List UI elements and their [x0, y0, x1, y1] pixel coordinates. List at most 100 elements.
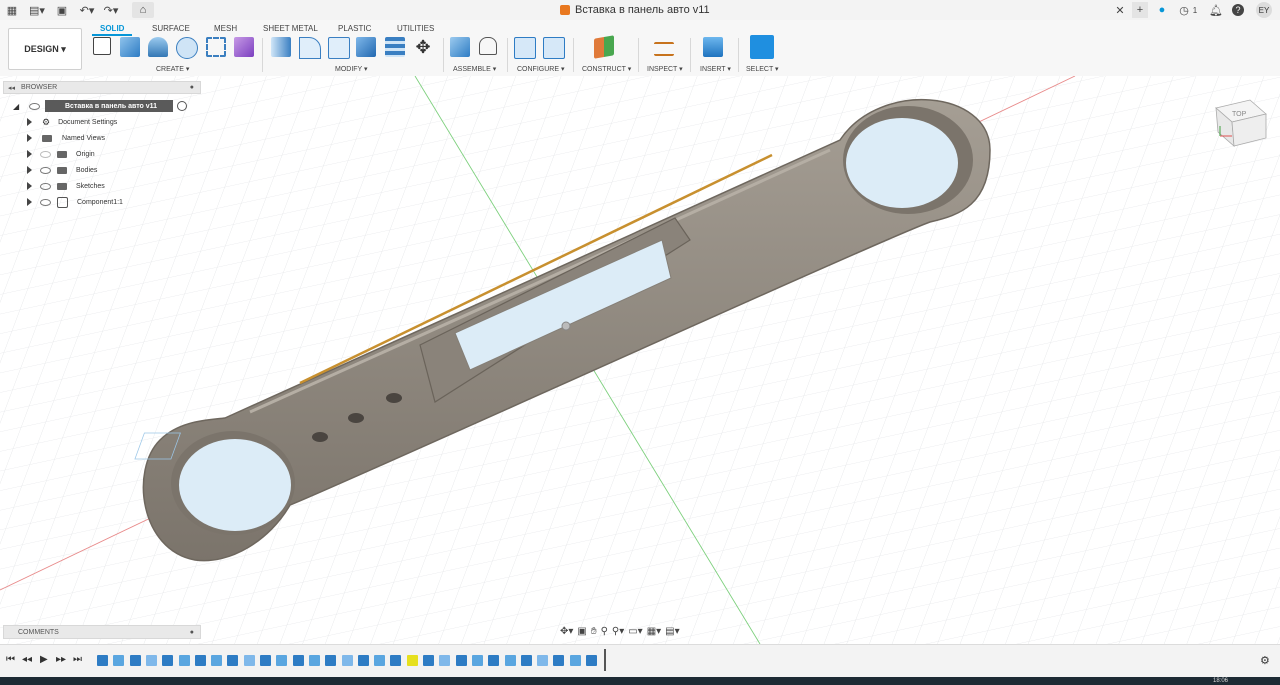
visibility-eye-icon[interactable] — [40, 182, 51, 190]
fit-icon[interactable]: ⚲▾ — [612, 626, 624, 637]
expand-icon[interactable] — [27, 150, 32, 158]
display-settings-icon[interactable]: ▭▾ — [628, 626, 642, 637]
timeline-feature-icon[interactable] — [406, 655, 418, 666]
expand-icon[interactable] — [27, 166, 32, 174]
timeline-feature-icon[interactable] — [145, 655, 157, 666]
timeline-feature-icon[interactable] — [162, 655, 174, 666]
timeline-feature-icon[interactable] — [178, 655, 190, 666]
select-icon[interactable] — [750, 35, 774, 59]
pattern-icon[interactable] — [206, 37, 226, 57]
visibility-eye-icon[interactable] — [29, 103, 40, 110]
home-icon[interactable]: ⌂ — [132, 2, 154, 18]
shell-icon[interactable] — [328, 37, 350, 59]
construct-menu[interactable]: CONSTRUCT ▾ — [582, 65, 631, 73]
user-avatar[interactable]: EY — [1256, 2, 1272, 18]
tab-sheet-metal[interactable]: SHEET METAL — [263, 24, 318, 33]
timeline-feature-icon[interactable] — [129, 655, 141, 666]
timeline-feature-icon[interactable] — [227, 655, 239, 666]
right-hole[interactable] — [843, 106, 973, 214]
assemble-menu[interactable]: ASSEMBLE ▾ — [453, 65, 496, 73]
left-hole[interactable] — [171, 431, 295, 535]
tree-root[interactable]: Вставка в панель авто v11 — [45, 100, 173, 112]
configure-icon[interactable] — [514, 37, 536, 59]
browser-pin-icon[interactable]: ● — [190, 84, 194, 91]
timeline-feature-icon[interactable] — [308, 655, 320, 666]
form-icon[interactable] — [234, 37, 254, 57]
tab-mesh[interactable]: MESH — [214, 24, 237, 33]
timeline-feature-icon[interactable] — [113, 655, 125, 666]
new-tab-icon[interactable]: + — [1132, 2, 1148, 18]
tab-solid[interactable]: SOLID — [100, 24, 124, 33]
timeline-prev-icon[interactable]: ◂◂ — [22, 654, 32, 665]
orbit-icon[interactable]: ✥▾ — [560, 626, 573, 637]
viewports-icon[interactable]: ▤▾ — [665, 626, 679, 637]
combine-icon[interactable] — [356, 37, 376, 57]
measure-icon[interactable] — [654, 42, 674, 56]
split-body-icon[interactable] — [385, 37, 405, 57]
configure-menu[interactable]: CONFIGURE ▾ — [517, 65, 564, 73]
tree-item-bodies[interactable]: Bodies — [27, 163, 97, 177]
joint-icon[interactable] — [479, 37, 497, 55]
browser-header[interactable]: ◂◂ BROWSER ● — [3, 81, 201, 94]
redo-icon[interactable]: ↷▾ — [102, 3, 120, 17]
timeline-feature-icon[interactable] — [260, 655, 271, 666]
tab-plastic[interactable]: PLASTIC — [338, 24, 371, 33]
move-icon[interactable]: ✥ — [413, 37, 433, 57]
tree-item-origin[interactable]: Origin — [27, 147, 95, 161]
pan-icon[interactable]: ✋︎ — [591, 626, 597, 637]
expand-icon[interactable] — [27, 134, 32, 142]
insert-image-icon[interactable] — [703, 37, 723, 57]
create-menu[interactable]: CREATE ▾ — [156, 65, 189, 73]
timeline-feature-icon[interactable] — [471, 655, 483, 666]
workspace-switcher[interactable]: DESIGN ▾ — [8, 28, 82, 70]
timeline-feature-icon[interactable] — [276, 655, 288, 666]
create-sketch-icon[interactable] — [93, 37, 111, 55]
save-icon[interactable]: ▣ — [56, 3, 68, 17]
timeline-feature-icon[interactable] — [553, 655, 565, 666]
timeline-feature-icon[interactable] — [97, 655, 108, 666]
offset-plane-icon[interactable] — [594, 35, 614, 59]
fillet-icon[interactable] — [299, 37, 321, 59]
collapse-icon[interactable]: ◂◂ — [8, 84, 15, 92]
tree-root-toggle[interactable]: ◢ — [13, 99, 19, 113]
press-pull-icon[interactable] — [271, 37, 291, 57]
document-tab[interactable]: Вставка в панель авто v11 — [560, 2, 730, 18]
expand-icon[interactable] — [27, 198, 32, 206]
tab-utilities[interactable]: UTILITIES — [397, 24, 434, 33]
tree-item-document-settings[interactable]: ⚙ Document Settings — [27, 115, 117, 129]
activate-radio-icon[interactable] — [177, 101, 187, 111]
timeline-feature-icon[interactable] — [341, 655, 353, 666]
comments-add-icon[interactable]: ● — [190, 629, 194, 636]
visibility-eye-icon[interactable] — [40, 166, 51, 174]
tree-item-component[interactable]: Component1:1 — [27, 195, 123, 209]
timeline-feature-icon[interactable] — [211, 655, 223, 666]
grid-settings-icon[interactable]: ▦▾ — [647, 626, 661, 637]
comments-panel[interactable]: COMMENTS ● — [3, 625, 201, 639]
timeline-feature-icon[interactable] — [455, 655, 467, 666]
notifications-icon[interactable]: 🔔︎ — [1209, 3, 1223, 17]
tree-item-named-views[interactable]: Named Views — [27, 131, 105, 145]
timeline-feature-icon[interactable] — [243, 655, 255, 666]
configuration-table-icon[interactable] — [543, 37, 565, 59]
tree-item-sketches[interactable]: Sketches — [27, 179, 105, 193]
timeline-feature-icon[interactable] — [520, 655, 532, 666]
expand-icon[interactable] — [27, 182, 32, 190]
timeline-feature-icon[interactable] — [194, 655, 206, 666]
timeline-feature-icon[interactable] — [504, 655, 516, 666]
timeline-feature-icon[interactable] — [586, 655, 597, 666]
visibility-eye-icon[interactable] — [40, 150, 51, 158]
timeline-feature-icon[interactable] — [439, 655, 451, 666]
new-component-icon[interactable] — [450, 37, 470, 57]
file-menu-icon[interactable]: ▤▾ — [28, 3, 46, 17]
timeline-next-icon[interactable]: ▸▸ — [56, 654, 66, 665]
select-menu[interactable]: SELECT ▾ — [746, 65, 779, 73]
timeline-feature-icon[interactable] — [569, 655, 581, 666]
app-grid-icon[interactable]: ▦ — [6, 3, 18, 17]
timeline-feature-icon[interactable] — [325, 655, 337, 666]
timeline-feature-icon[interactable] — [423, 655, 434, 666]
extrude-icon[interactable] — [120, 37, 140, 57]
revolve-icon[interactable] — [148, 37, 168, 57]
timeline-first-icon[interactable]: ⏮ — [6, 654, 15, 665]
job-status-icon[interactable]: ◷ — [1178, 3, 1190, 17]
inspect-menu[interactable]: INSPECT ▾ — [647, 65, 683, 73]
